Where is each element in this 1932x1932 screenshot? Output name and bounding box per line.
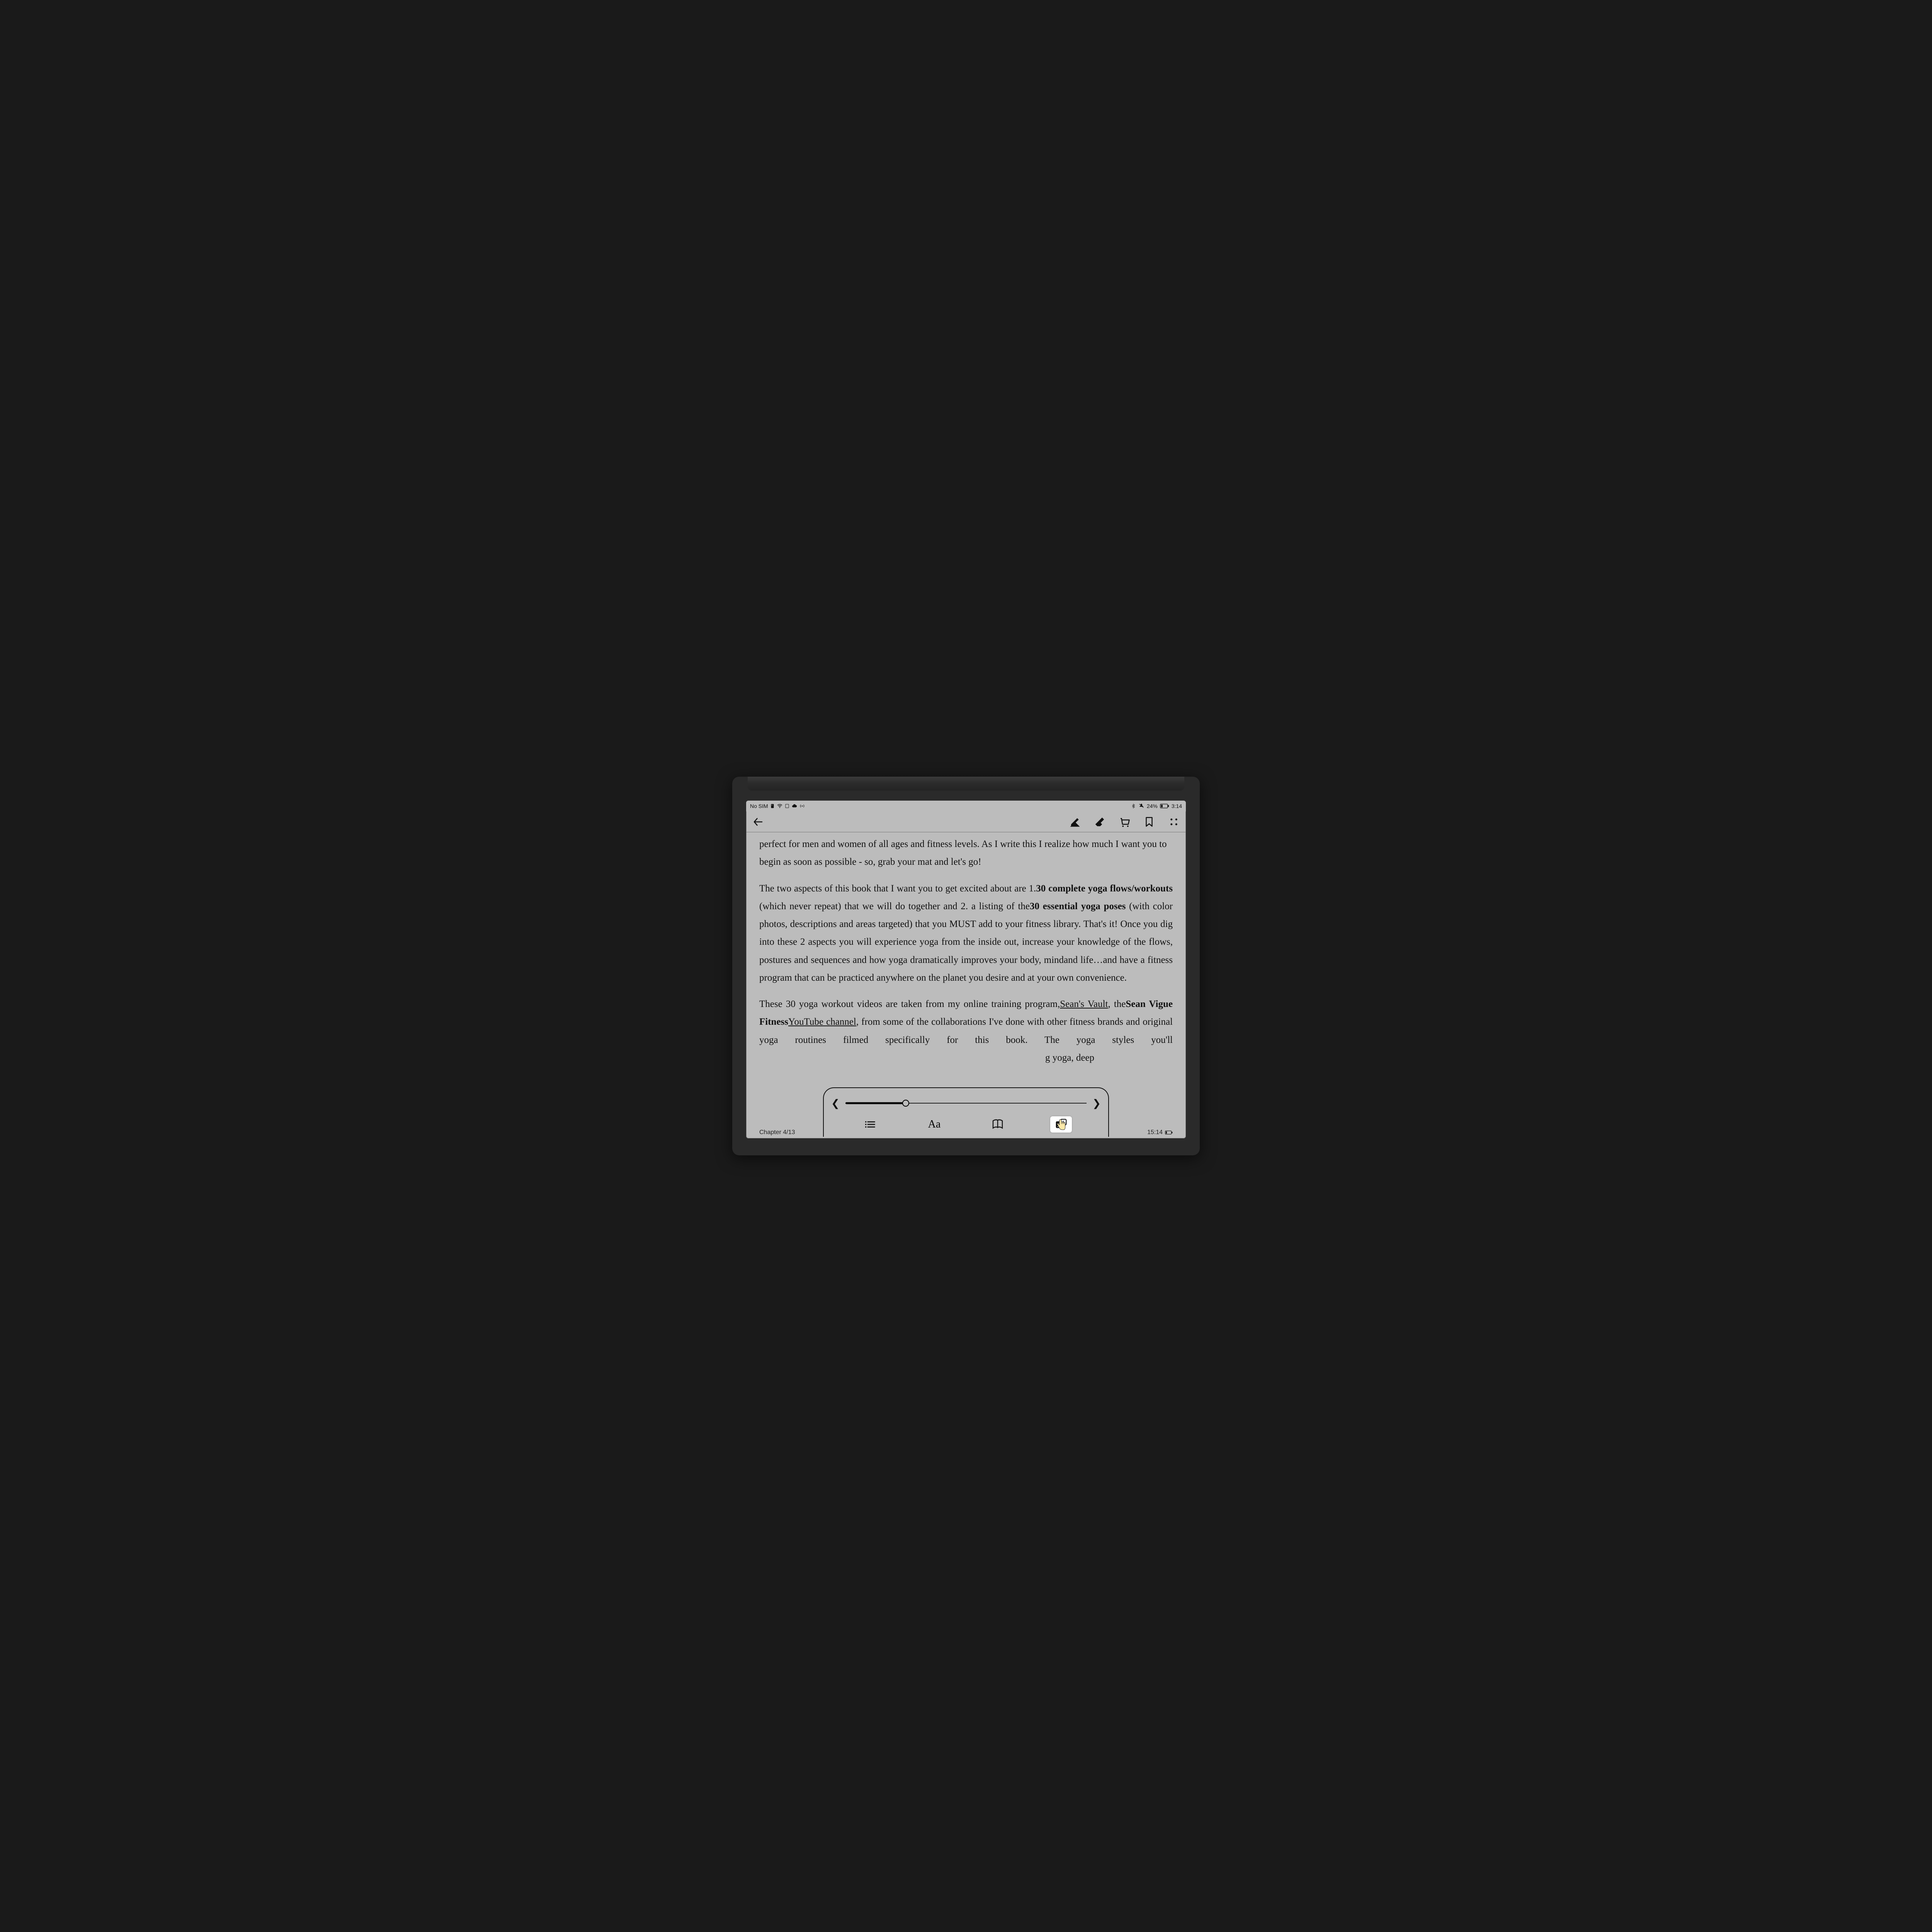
more-menu-button[interactable] (1167, 815, 1180, 828)
reader-toolbar (746, 811, 1186, 832)
sim-status: No SIM (750, 803, 768, 809)
device-hinge (748, 777, 1184, 791)
mute-icon (1138, 803, 1145, 809)
bookmark-button[interactable] (1143, 815, 1156, 828)
next-page-button[interactable]: ❯ (1092, 1097, 1101, 1109)
status-left: No SIM (750, 803, 805, 809)
device-frame: No SIM (732, 777, 1200, 1155)
slider-thumb[interactable] (902, 1100, 909, 1107)
status-right: 24% 3:14 (1131, 803, 1182, 809)
link-seans-vault[interactable]: Sean's Vault (1060, 999, 1108, 1009)
eraser-button[interactable] (1093, 815, 1106, 828)
cloud-icon (791, 803, 798, 809)
paragraph-2: The two aspects of this book that I want… (759, 880, 1173, 987)
prev-page-button[interactable]: ❮ (831, 1097, 840, 1109)
progress-slider[interactable] (845, 1099, 1087, 1107)
link-youtube-channel[interactable]: YouTube channel (788, 1017, 856, 1027)
chevron-up-icon (1069, 818, 1081, 832)
reader-control-panel: ❮ ❯ Aa 文A (823, 1087, 1109, 1137)
paragraph-1: perfect for men and women of all ages an… (759, 835, 1173, 871)
wifi-icon (777, 803, 783, 809)
screen: No SIM (746, 801, 1186, 1138)
paragraph-3: These 30 yoga workout videos are taken f… (759, 995, 1173, 1067)
chapter-indicator: Chapter 4/13 (759, 1129, 795, 1136)
pen-tool-button[interactable] (1068, 815, 1082, 828)
clock: 3:14 (1172, 803, 1182, 809)
battery-percent: 24% (1147, 803, 1158, 809)
battery-small-icon (1165, 1131, 1173, 1134)
status-bar: No SIM (746, 801, 1186, 811)
reading-view-button[interactable] (987, 1116, 1009, 1133)
translate-button[interactable]: 文A (1050, 1116, 1072, 1133)
toc-button[interactable] (860, 1116, 882, 1133)
back-button[interactable] (752, 815, 765, 828)
progress-slider-row: ❮ ❯ (824, 1088, 1108, 1114)
bluetooth-icon (1131, 803, 1136, 809)
cursor-hand-icon (1055, 1119, 1067, 1133)
shop-button[interactable] (1118, 815, 1131, 828)
reading-progress: 15:14 (1147, 1129, 1173, 1136)
hotspot-icon (799, 803, 805, 809)
font-settings-button[interactable]: Aa (923, 1116, 945, 1133)
book-sync-icon (784, 803, 790, 809)
battery-icon (1160, 804, 1169, 808)
sim-card-icon (770, 803, 775, 809)
